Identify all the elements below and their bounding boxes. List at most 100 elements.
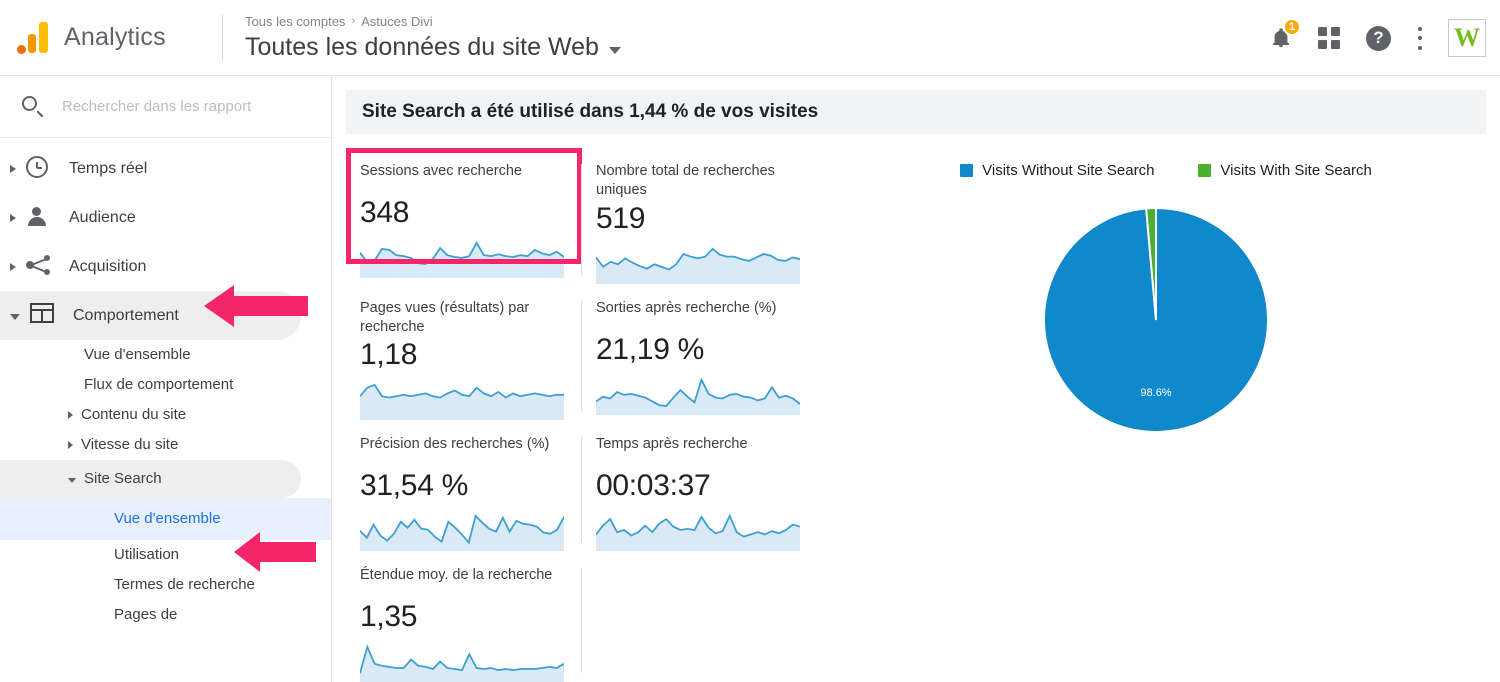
legend-item[interactable]: Visits Without Site Search: [960, 162, 1154, 179]
sidebar-item-temps-r-el[interactable]: Temps réel: [0, 144, 301, 193]
brand-block[interactable]: Analytics: [0, 21, 222, 55]
metric-card-row: Précision des recherches (%) 31,54 % Temps…: [346, 429, 826, 560]
breadcrumb-property[interactable]: Astuces Divi: [361, 14, 433, 29]
metric-card[interactable]: Pages vues (résultats) par recherche 1,18: [346, 293, 582, 430]
sparkline-chart: [360, 380, 564, 421]
metric-card[interactable]: Temps après recherche 00:03:37: [582, 429, 818, 560]
metric-card-value: 00:03:37: [596, 469, 711, 503]
legend-label: Visits Without Site Search: [982, 162, 1155, 179]
metric-card-value: 31,54 %: [360, 469, 468, 503]
header-divider: [222, 14, 223, 61]
apps-grid-button[interactable]: [1318, 27, 1340, 49]
sidebar-item-acquisition[interactable]: Acquisition: [0, 242, 301, 291]
page-title-text: Toutes les données du site Web: [245, 32, 599, 61]
sidebar-item-label: Audience: [69, 208, 136, 226]
search-input[interactable]: [62, 98, 292, 115]
sparkline-chart: [596, 244, 800, 284]
sidebar-subitem-site-search[interactable]: Site Search: [0, 460, 301, 498]
metric-card[interactable]: Précision des recherches (%) 31,54 %: [346, 429, 582, 560]
sidebar-subsubitem-label: Pages de: [114, 605, 178, 623]
top-actions: 1 ? W: [1270, 0, 1486, 76]
sparkline-chart: [596, 511, 800, 552]
banner-message: Site Search a été utilisé dans 1,44 % de…: [346, 90, 1486, 134]
chart-legend: Visits Without Site Search Visits With Si…: [826, 162, 1486, 179]
sparkline-chart: [360, 238, 564, 278]
content-area: Sessions avec recherche 348 Nombre total d…: [346, 148, 1486, 682]
chevron-right-icon[interactable]: [10, 164, 16, 173]
legend-swatch: [960, 164, 974, 177]
legend-swatch: [1198, 164, 1212, 177]
breadcrumb-account[interactable]: Tous les comptes: [245, 14, 345, 29]
sidebar-item-audience[interactable]: Audience: [0, 193, 301, 242]
metric-card-title: Sessions avec recherche: [360, 163, 522, 179]
sidebar: Temps réel Audience Acquisition Comportemen…: [0, 76, 332, 682]
sidebar-item-label: Temps réel: [69, 159, 148, 177]
title-block: Tous les comptes › Astuces Divi Toutes l…: [245, 14, 621, 62]
sidebar-subitem-vitesse-du-site[interactable]: Vitesse du site: [0, 430, 331, 460]
pie-chart-wrap: 98.6%: [826, 195, 1486, 445]
page-title[interactable]: Toutes les données du site Web: [245, 33, 621, 62]
metric-card[interactable]: Sorties après recherche (%) 21,19 %: [582, 293, 818, 430]
main-content: Site Search a été utilisé dans 1,44 % de…: [332, 76, 1500, 682]
sidebar-subitem-label: Vue d'ensemble: [84, 345, 191, 363]
sidebar-subitem-label: Site Search: [84, 469, 162, 487]
sidebar-subitem-label: Flux de comportement: [84, 375, 234, 393]
share-nodes-icon: [26, 254, 52, 280]
metric-card-title: Précision des recherches (%): [360, 436, 550, 453]
sidebar-item-comportement[interactable]: Comportement: [0, 291, 301, 340]
metric-card-title: Temps après recherche: [596, 436, 748, 453]
chevron-right-icon[interactable]: [10, 262, 16, 271]
metric-card[interactable]: Nombre total de recherches uniques 519: [582, 156, 818, 293]
breadcrumb: Tous les comptes › Astuces Divi: [245, 14, 621, 29]
metric-card-value: 1,35: [360, 600, 418, 634]
window-icon: [30, 302, 56, 329]
sidebar-subitem-label: Contenu du site: [81, 405, 187, 423]
brand-name: Analytics: [64, 23, 166, 51]
sidebar-subitem-contenu-du-site[interactable]: Contenu du site: [0, 400, 331, 430]
top-bar: Analytics Tous les comptes › Astuces Div…: [0, 0, 1500, 76]
search-icon: [22, 95, 44, 118]
notifications-button[interactable]: 1: [1270, 18, 1301, 50]
sidebar-subsubitem-utilisation[interactable]: Utilisation: [0, 540, 331, 570]
metric-card-value: 519: [596, 201, 646, 235]
pie-chart[interactable]: [1031, 195, 1281, 445]
sidebar-subitem-flux-de-comportement[interactable]: Flux de comportement: [0, 370, 331, 400]
metric-card-title: Étendue moy. de la recherche: [360, 567, 553, 584]
pie-slice-label: 98.6%: [1140, 387, 1172, 399]
chevron-down-icon[interactable]: [10, 314, 20, 320]
metric-card-row: Étendue moy. de la recherche 1,35: [346, 560, 826, 682]
chevron-right-icon[interactable]: [10, 213, 16, 222]
help-icon: ?: [1366, 25, 1391, 51]
more-options-button[interactable]: [1417, 26, 1422, 50]
sidebar-subsubitem-termes-de-recherche[interactable]: Termes de recherche: [0, 570, 331, 600]
chevron-right-icon[interactable]: [68, 411, 73, 419]
sidebar-item-label: Comportement: [73, 306, 179, 324]
chevron-right-icon[interactable]: [68, 441, 73, 449]
sidebar-item-label: Acquisition: [69, 257, 147, 275]
metric-cards: Sessions avec recherche 348 Nombre total d…: [346, 148, 826, 682]
legend-label: Visits With Site Search: [1220, 162, 1372, 179]
metric-card[interactable]: Sessions avec recherche 348: [346, 148, 582, 293]
sidebar-subsubitem-label: Termes de recherche: [114, 575, 255, 593]
breadcrumb-chevron-icon: ›: [351, 15, 356, 27]
sidebar-subsubitem-vue-d-ensemble[interactable]: Vue d'ensemble: [0, 498, 331, 540]
metric-card-title: Nombre total de recherches uniques: [596, 163, 775, 198]
sidebar-subitem-label: Vitesse du site: [81, 435, 179, 453]
help-button[interactable]: ?: [1366, 25, 1391, 51]
google-analytics-logo-icon: [16, 21, 50, 55]
analytics-app: Analytics Tous les comptes › Astuces Div…: [0, 0, 1500, 682]
chevron-down-icon[interactable]: [68, 478, 76, 483]
metric-card[interactable]: Étendue moy. de la recherche 1,35: [346, 560, 582, 682]
grid-icon: [1318, 27, 1340, 49]
sparkline-chart: [596, 375, 800, 415]
chevron-down-icon[interactable]: [608, 46, 621, 54]
metric-card-row: Sessions avec recherche 348 Nombre total d…: [346, 148, 826, 293]
sidebar-subitem-vue-d-ensemble[interactable]: Vue d'ensemble: [0, 340, 331, 370]
body: Temps réel Audience Acquisition Comportemen…: [0, 76, 1500, 682]
sidebar-search-row[interactable]: [0, 76, 331, 138]
avatar[interactable]: W: [1448, 19, 1486, 57]
person-icon: [26, 205, 52, 231]
sidebar-subsubitem-pages-de[interactable]: Pages de: [0, 600, 331, 630]
sidebar-subsubitem-label: Utilisation: [114, 545, 180, 563]
legend-item[interactable]: Visits With Site Search: [1198, 162, 1372, 179]
